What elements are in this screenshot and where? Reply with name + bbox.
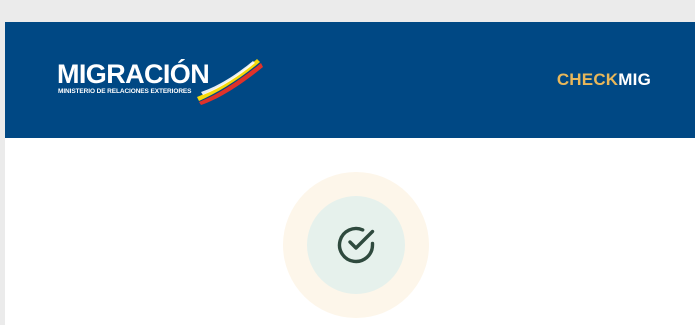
logo-title: MIGRACIÓN [57,59,210,89]
check-circle-icon [337,226,375,264]
page: MIGRACIÓN MINISTERIO DE RELACIONES EXTER… [5,22,695,325]
brand-check-text: CHECK [556,70,619,89]
checkmig-brand: CHECKMIG [557,69,651,91]
brand-mig-text: MIG [618,70,651,89]
status-indicator [283,172,429,318]
header-bar: MIGRACIÓN MINISTERIO DE RELACIONES EXTER… [5,22,695,138]
status-inner-circle [307,196,405,294]
logo-subtitle: MINISTERIO DE RELACIONES EXTERIORES [58,88,192,95]
migracion-logo[interactable]: MIGRACIÓN MINISTERIO DE RELACIONES EXTER… [57,59,263,107]
flag-swoosh-icon [197,59,263,105]
